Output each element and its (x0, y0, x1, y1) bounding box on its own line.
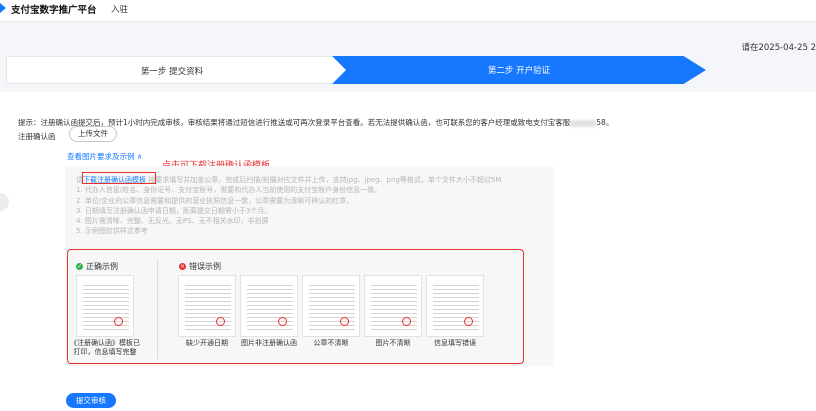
view-requirements-link[interactable]: 查看图片要求及示例 ∧ (67, 151, 142, 162)
brand-marker-icon (0, 3, 6, 13)
wrong-example-title: 错误示例 (189, 262, 221, 271)
wrong-example-image[interactable] (302, 275, 360, 337)
requirement-item: 5. 示例图仅供样式参考 (76, 227, 148, 236)
stamp-icon (278, 317, 287, 326)
deadline-notice: 请在2025-04-25 2 (741, 43, 816, 53)
upload-file-button[interactable]: 上传文件 (69, 126, 117, 142)
wrong-example-caption: 图片非注册确认函 (241, 339, 297, 347)
wrong-example-caption: 图片不清晰 (375, 339, 411, 347)
stamp-icon (464, 317, 473, 326)
requirement-item: 2. 单位/企业的公章信息需要和提供的营业执照信息一致，公章需要为清晰可辨认的红… (76, 196, 354, 205)
step-1: 第一步 提交资料 (6, 56, 344, 84)
correct-example-heading: ✓ 正确示例 (76, 261, 118, 272)
check-icon: ✓ (76, 263, 83, 270)
correct-example-image[interactable] (76, 275, 134, 337)
step-progress: 第一步 提交资料 第二步 开户验证 (6, 56, 816, 84)
wrong-example-image[interactable] (426, 275, 484, 337)
requirements-text: 请下载注册确认函模板 按要求填写并加盖公章，完成后扫描/拍摄对应文件并上传，支持… (76, 175, 546, 237)
examples-divider (157, 259, 158, 359)
error-icon: × (179, 263, 186, 270)
step-2-active: 第二步 开户验证 (332, 56, 706, 84)
page-subtitle: 入驻 (111, 5, 129, 15)
wrong-example-image[interactable] (178, 275, 236, 337)
wrong-example-image[interactable] (240, 275, 298, 337)
download-link-highlight (82, 172, 156, 184)
step-1-label: 第一步 提交资料 (140, 67, 204, 77)
stamp-icon (402, 317, 411, 326)
stamp-icon (216, 317, 225, 326)
stamp-icon (114, 317, 123, 326)
field-label: 注册确认函 (18, 132, 56, 141)
tip-text-end: 58。 (596, 118, 614, 127)
collapse-handle[interactable] (0, 193, 9, 211)
top-bar: 支付宝数字推广平台 入驻 (0, 0, 816, 22)
requirement-item: 4. 图片需清晰、完整、无反光、无PS、无不相关水印、非拍屏 (76, 217, 269, 226)
correct-example-title: 正确示例 (86, 262, 118, 271)
stamp-icon (340, 317, 349, 326)
correct-example-caption: 《注册确认函》模板已打印，信息填写完整 (70, 339, 140, 356)
platform-title: 支付宝数字推广平台 (11, 5, 97, 16)
requirement-item: 1. 代办人信息/姓名、身份证号、支付宝账号，需要和代办人当前使用的支付宝账户身… (76, 186, 382, 195)
submit-review-button[interactable]: 提交审核 (66, 393, 116, 408)
wrong-example-heading: × 错误示例 (179, 261, 221, 272)
step-2-label: 第二步 开户验证 (487, 66, 551, 76)
wrong-example-caption: 信息填写错误 (434, 339, 476, 347)
wrong-example-image[interactable] (364, 275, 422, 337)
wrong-example-caption: 缺少开通日期 (186, 339, 228, 347)
lead-rest: 按要求填写并加盖公章，完成后扫描/拍摄对应文件并上传，支持jpg、jpeg、pn… (148, 176, 502, 184)
masked-phone (570, 119, 597, 127)
requirement-item: 3. 日期填写注册确认函申请日期，距离提交日期需小于3个月。 (76, 206, 272, 215)
wrong-example-caption: 公章不清晰 (313, 339, 349, 347)
